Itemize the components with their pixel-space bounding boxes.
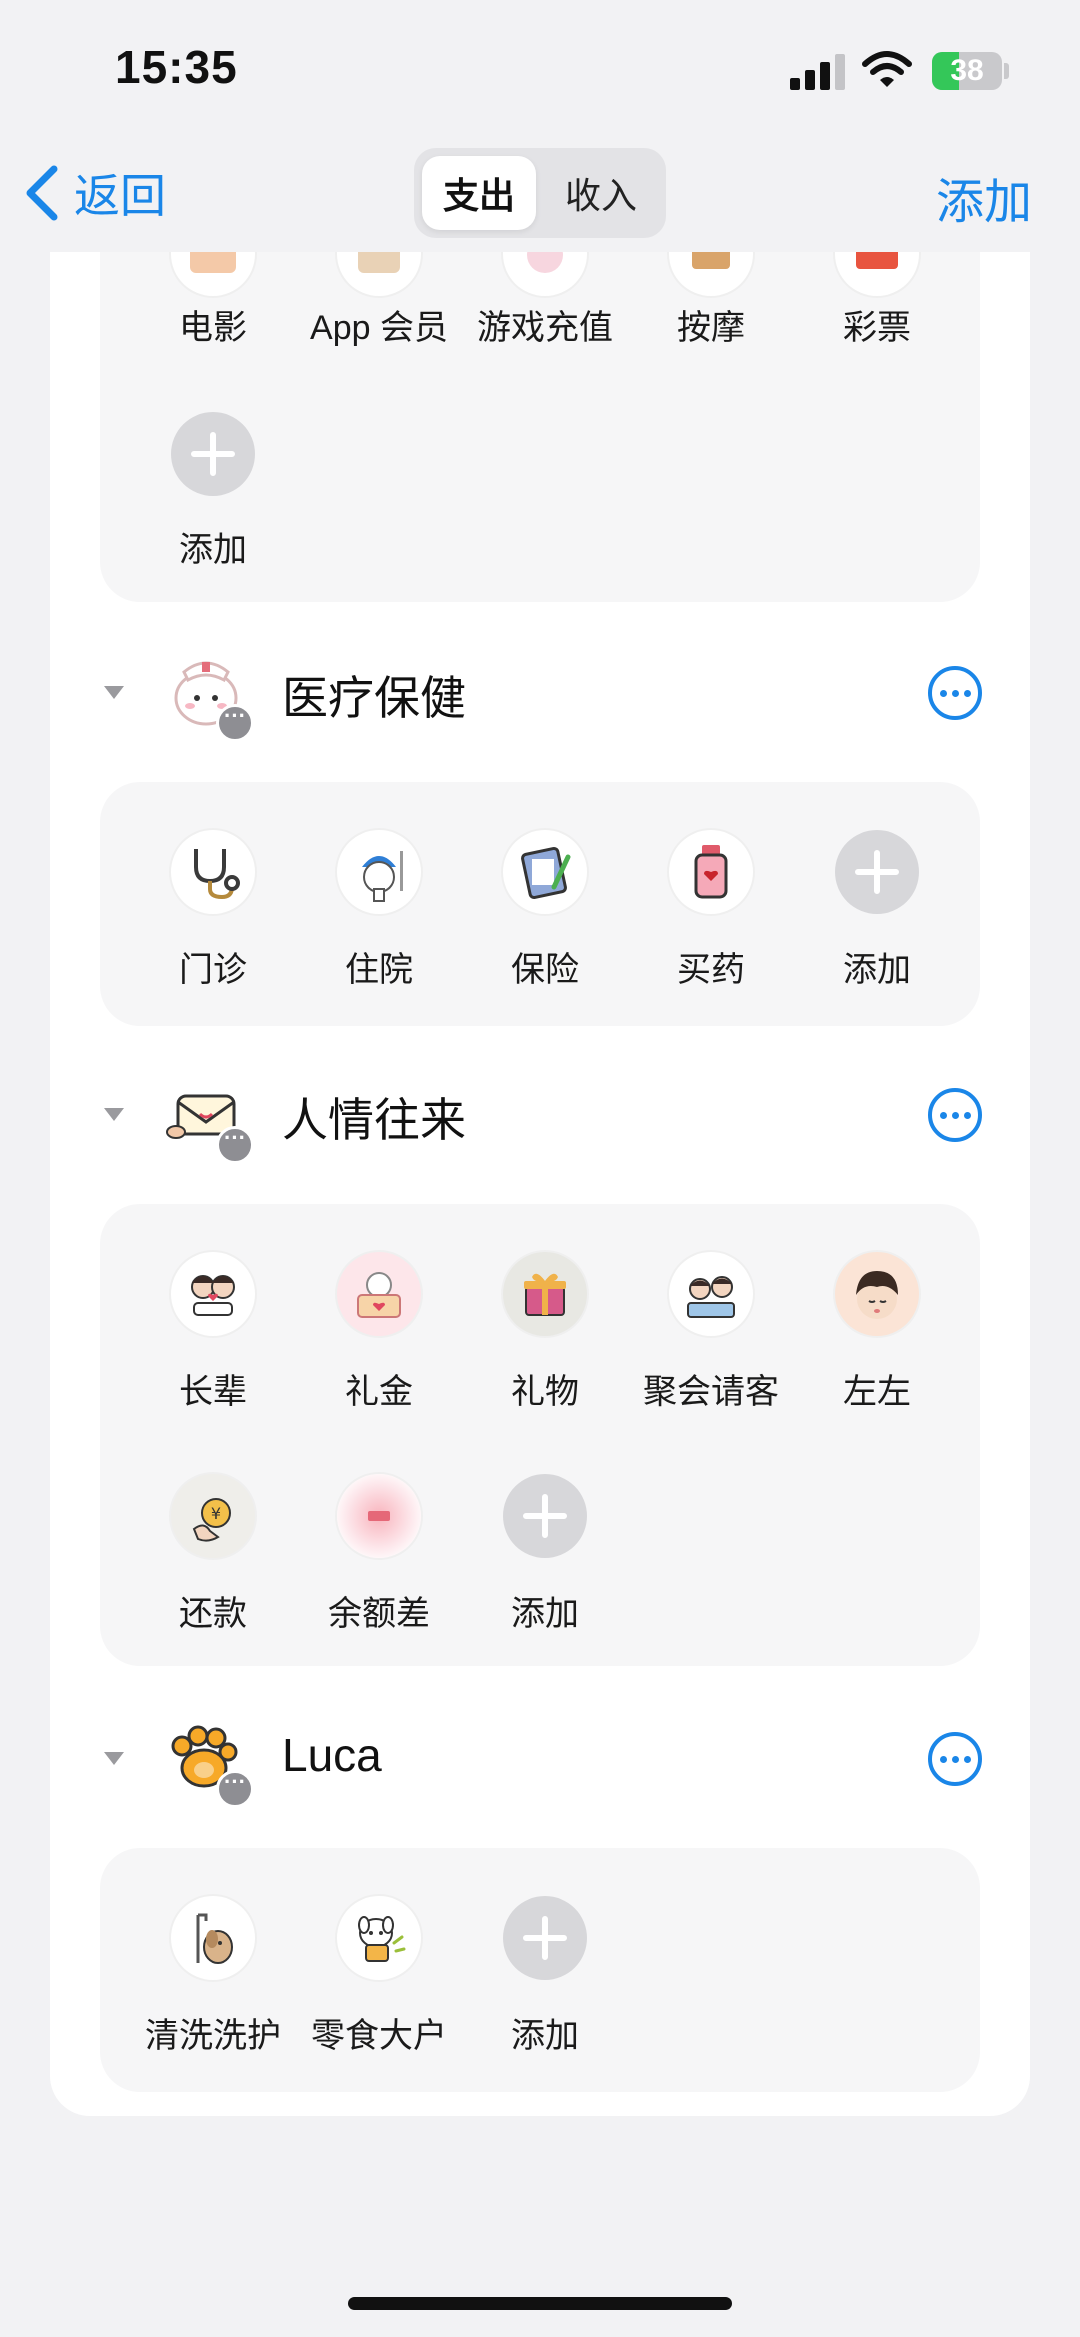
wifi-icon	[862, 51, 912, 87]
more-badge-icon: ···	[216, 1770, 254, 1808]
collapse-triangle-icon[interactable]	[104, 1108, 124, 1121]
battery-cap	[1004, 63, 1009, 79]
medical-card: 门诊 住院 保险 买药 添加	[100, 782, 980, 1026]
section-header-social: ··· 人情往来	[50, 1060, 1030, 1170]
more-options-button[interactable]	[928, 666, 982, 720]
more-badge-icon: ···	[216, 1126, 254, 1164]
social-card: 长辈 礼金 礼物 聚会请客 左左 ¥ 还款 余额差 添加	[100, 1204, 980, 1666]
cellular-signal-icon	[790, 54, 845, 90]
collapse-triangle-icon[interactable]	[104, 686, 124, 699]
massage-icon	[669, 252, 753, 296]
add-category-button[interactable]: 添加	[936, 162, 1032, 232]
party-treat-icon	[669, 1252, 753, 1336]
plus-icon	[171, 412, 255, 496]
section-header-luca: ··· Luca	[50, 1704, 1030, 1814]
battery-icon: 38	[932, 52, 1002, 90]
movie-icon	[171, 252, 255, 296]
add-label: 添加	[179, 531, 247, 569]
plus-icon	[503, 1474, 587, 1558]
gift-box-icon	[503, 1252, 587, 1336]
category-label: 左左	[843, 1373, 911, 1411]
add-label: 添加	[511, 1595, 579, 1633]
section-title: Luca	[282, 1729, 382, 1781]
tab-income[interactable]: 收入	[544, 156, 658, 230]
repayment-coin-icon: ¥	[171, 1474, 255, 1558]
collapse-triangle-icon[interactable]	[104, 1752, 124, 1765]
more-options-button[interactable]	[928, 1088, 982, 1142]
status-time: 15:35	[115, 41, 238, 93]
battery-level: 38	[950, 54, 984, 87]
entertainment-card: 电影 App 会员 游戏充值 按摩 彩票 添加	[100, 252, 980, 602]
hospital-stay-icon	[337, 830, 421, 914]
dog-bath-icon	[171, 1896, 255, 1980]
section-title: 人情往来	[282, 1094, 466, 1146]
plus-icon	[835, 830, 919, 914]
back-button[interactable]: 返回	[22, 160, 166, 226]
red-envelope-gift-money-icon	[337, 1252, 421, 1336]
medicine-bottle-icon	[669, 830, 753, 914]
game-topup-icon	[503, 252, 587, 296]
insurance-icon	[503, 830, 587, 914]
app-membership-icon	[337, 252, 421, 296]
back-label: 返回	[74, 170, 166, 222]
more-badge-icon: ···	[216, 704, 254, 742]
luca-card: 清洗洗护 零食大户 添加	[100, 1848, 980, 2092]
expense-income-segmented-control: 支出 收入	[414, 148, 666, 238]
category-label: 彩票	[843, 309, 911, 347]
section-header-medical: ··· 医疗保健	[50, 638, 1030, 748]
add-label: 添加	[511, 2017, 579, 2055]
balance-diff-cash-icon	[337, 1474, 421, 1558]
plus-icon	[503, 1896, 587, 1980]
more-options-button[interactable]	[928, 1732, 982, 1786]
category-list: 电影 App 会员 游戏充值 按摩 彩票 添加 ··· 医疗保健 门诊 住院 保…	[50, 252, 1030, 2116]
elders-icon	[171, 1252, 255, 1336]
section-title: 医疗保健	[282, 672, 466, 724]
snacks-dog-icon	[337, 1896, 421, 1980]
home-indicator[interactable]	[348, 2297, 732, 2310]
chevron-left-icon	[26, 165, 58, 221]
lottery-icon	[835, 252, 919, 296]
tab-expense[interactable]: 支出	[422, 156, 536, 230]
svg-text:¥: ¥	[211, 1504, 221, 1523]
stethoscope-icon	[171, 830, 255, 914]
add-label: 添加	[843, 951, 911, 989]
avatar-zuozuo-icon	[835, 1252, 919, 1336]
